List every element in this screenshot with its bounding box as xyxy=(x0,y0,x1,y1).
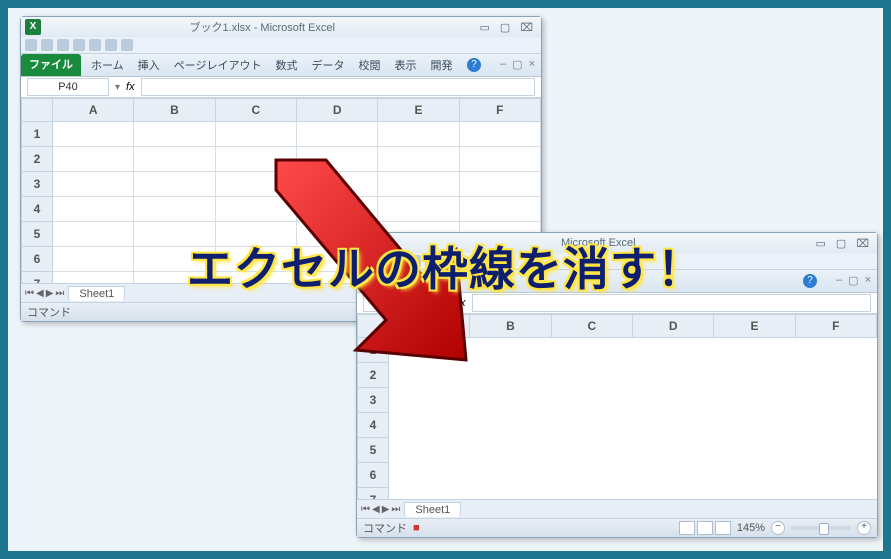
formula-bar: P40 ▾ fx xyxy=(21,77,541,98)
formula-input[interactable] xyxy=(141,78,535,96)
tab-formulas[interactable]: 数式 xyxy=(271,57,301,73)
sheet-prev-icon[interactable]: ◀ xyxy=(372,504,380,515)
help-icon[interactable]: ? xyxy=(467,58,481,72)
worksheet-grid-no-gridlines[interactable]: A B C D E F 1 2 3 4 5 6 7 8 9 xyxy=(357,314,877,499)
zoom-percent[interactable]: 145% xyxy=(737,522,765,534)
row-header[interactable]: 4 xyxy=(22,197,53,222)
fx-icon[interactable]: fx xyxy=(126,81,135,93)
title-bar: X ブック1.xlsx - Microsoft Excel ▭ ▢ ⌧ xyxy=(21,17,541,37)
window-title: ブック1.xlsx - Microsoft Excel xyxy=(45,19,480,35)
col-header[interactable]: A xyxy=(53,99,134,122)
zoom-in-button[interactable]: + xyxy=(857,521,871,535)
page-break-view-icon[interactable] xyxy=(715,521,731,535)
zoom-out-button[interactable]: − xyxy=(771,521,785,535)
mdi-restore-icon[interactable]: ▢ xyxy=(512,58,522,71)
macro-record-icon[interactable]: ■ xyxy=(413,522,420,534)
minimize-icon[interactable]: ▭ xyxy=(480,21,490,34)
col-header[interactable]: D xyxy=(632,315,713,338)
row-header[interactable]: 2 xyxy=(22,147,53,172)
status-mode: コマンド xyxy=(27,304,71,320)
view-buttons xyxy=(679,521,731,535)
sheet-tab[interactable]: Sheet1 xyxy=(404,502,461,517)
sheet-first-icon[interactable]: ⏮ xyxy=(361,504,370,515)
worksheet-area[interactable]: A B C D E F 1 2 3 4 5 6 7 8 9 xyxy=(357,314,877,499)
preview-icon[interactable] xyxy=(121,39,133,51)
tab-home[interactable]: ホーム xyxy=(87,57,128,73)
row-header[interactable]: 5 xyxy=(358,438,389,463)
select-all-corner[interactable] xyxy=(358,315,389,338)
sheet-tab-bar: ⏮ ◀ ▶ ⏭ Sheet1 xyxy=(357,499,877,518)
sheet-nav: ⏮ ◀ ▶ ⏭ xyxy=(361,504,400,515)
status-bar: コマンド ■ 145% − + xyxy=(357,518,877,537)
col-header[interactable]: F xyxy=(459,99,540,122)
mdi-controls: – ▢ × xyxy=(500,58,535,71)
row-header[interactable]: 4 xyxy=(358,413,389,438)
zoom-slider[interactable] xyxy=(791,526,851,530)
col-header[interactable]: A xyxy=(389,315,470,338)
normal-view-icon[interactable] xyxy=(679,521,695,535)
row-header[interactable]: 7 xyxy=(358,488,389,500)
row-header[interactable]: 2 xyxy=(358,363,389,388)
tab-file[interactable]: ファイル xyxy=(21,54,81,76)
redo-icon[interactable] xyxy=(57,39,69,51)
col-header[interactable]: B xyxy=(470,315,551,338)
sheet-next-icon[interactable]: ▶ xyxy=(382,504,390,515)
name-box[interactable]: P40 xyxy=(27,78,109,96)
status-mode: コマンド xyxy=(363,520,407,536)
page-layout-view-icon[interactable] xyxy=(697,521,713,535)
ribbon-tabs: ファイル ホーム 挿入 ページレイアウト 数式 データ 校閲 表示 開発 ? –… xyxy=(21,54,541,77)
row-header[interactable]: 3 xyxy=(22,172,53,197)
col-header[interactable]: D xyxy=(296,99,377,122)
undo-icon[interactable] xyxy=(41,39,53,51)
print-icon[interactable] xyxy=(105,39,117,51)
mdi-close-icon[interactable]: × xyxy=(529,58,535,71)
col-header[interactable]: C xyxy=(551,315,632,338)
row-header[interactable]: 6 xyxy=(358,463,389,488)
row-header[interactable]: 1 xyxy=(358,338,389,363)
tab-data[interactable]: データ xyxy=(307,57,348,73)
sheet-last-icon[interactable]: ⏭ xyxy=(391,504,400,515)
tab-review[interactable]: 校閲 xyxy=(354,57,384,73)
open-icon[interactable] xyxy=(89,39,101,51)
row-header[interactable]: 3 xyxy=(358,388,389,413)
tab-insert[interactable]: 挿入 xyxy=(134,57,164,73)
zoom-controls: 145% − + xyxy=(679,521,871,535)
window-controls: ▭ ▢ ⌧ xyxy=(480,21,534,34)
name-box-dropdown-icon[interactable]: ▾ xyxy=(115,82,120,93)
close-icon[interactable]: ⌧ xyxy=(520,21,533,34)
col-header[interactable]: B xyxy=(134,99,215,122)
tab-developer[interactable]: 開発 xyxy=(426,57,456,73)
tab-view[interactable]: 表示 xyxy=(390,57,420,73)
col-header[interactable]: C xyxy=(215,99,296,122)
excel-app-icon: X xyxy=(25,19,41,35)
select-all-corner[interactable] xyxy=(22,99,53,122)
col-header[interactable]: E xyxy=(714,315,795,338)
maximize-icon[interactable]: ▢ xyxy=(500,21,510,34)
new-icon[interactable] xyxy=(73,39,85,51)
quick-access-toolbar xyxy=(21,37,541,54)
headline-text: エクセルの枠線を消す！ xyxy=(8,233,883,299)
save-icon[interactable] xyxy=(25,39,37,51)
col-header[interactable]: E xyxy=(378,99,459,122)
mdi-minimize-icon[interactable]: – xyxy=(500,58,506,71)
tab-page-layout[interactable]: ページレイアウト xyxy=(170,57,266,73)
row-header[interactable]: 1 xyxy=(22,122,53,147)
col-header[interactable]: F xyxy=(795,315,876,338)
